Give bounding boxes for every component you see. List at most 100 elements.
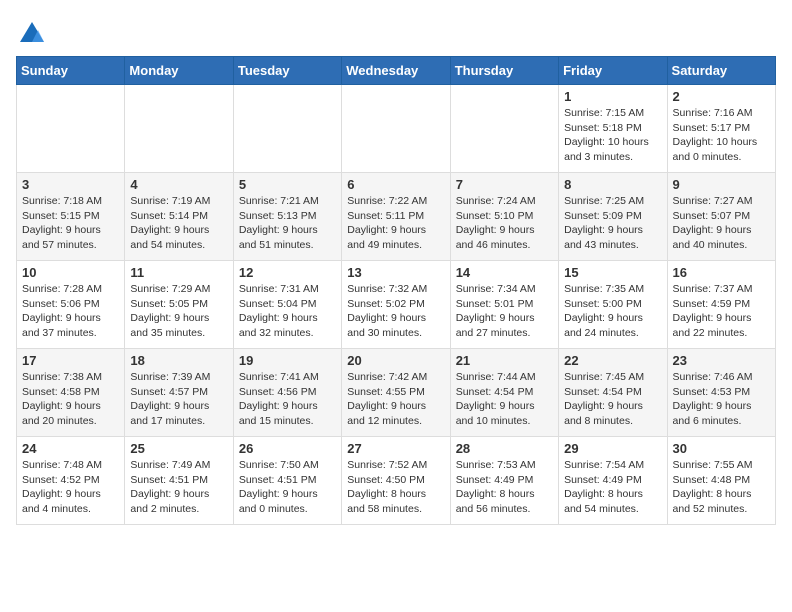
- week-row-3: 10Sunrise: 7:28 AM Sunset: 5:06 PM Dayli…: [17, 261, 776, 349]
- day-info: Sunrise: 7:52 AM Sunset: 4:50 PM Dayligh…: [347, 458, 444, 517]
- day-number: 11: [130, 265, 227, 280]
- day-number: 28: [456, 441, 553, 456]
- day-cell: 5 Sunrise: 7:21 AM Sunset: 5:13 PM Daylig…: [233, 173, 341, 261]
- weekday-header-monday: Monday: [125, 57, 233, 85]
- weekday-header-saturday: Saturday: [667, 57, 775, 85]
- day-number: 4: [130, 177, 227, 192]
- day-cell: 25 Sunrise: 7:49 AM Sunset: 4:51 PM Dayli…: [125, 437, 233, 525]
- day-info: Sunrise: 7:39 AM Sunset: 4:57 PM Dayligh…: [130, 370, 227, 429]
- day-cell: 15 Sunrise: 7:35 AM Sunset: 5:00 PM Dayli…: [559, 261, 667, 349]
- header: [16, 16, 776, 48]
- day-info: Sunrise: 7:41 AM Sunset: 4:56 PM Dayligh…: [239, 370, 336, 429]
- week-row-4: 17Sunrise: 7:38 AM Sunset: 4:58 PM Dayli…: [17, 349, 776, 437]
- day-cell: 10Sunrise: 7:28 AM Sunset: 5:06 PM Dayli…: [17, 261, 125, 349]
- day-cell: 16 Sunrise: 7:37 AM Sunset: 4:59 PM Dayli…: [667, 261, 775, 349]
- day-number: 6: [347, 177, 444, 192]
- day-number: 13: [347, 265, 444, 280]
- day-info: Sunrise: 7:50 AM Sunset: 4:51 PM Dayligh…: [239, 458, 336, 517]
- day-cell: [125, 85, 233, 173]
- day-cell: 13 Sunrise: 7:32 AM Sunset: 5:02 PM Dayli…: [342, 261, 450, 349]
- day-number: 9: [673, 177, 770, 192]
- day-cell: 29 Sunrise: 7:54 AM Sunset: 4:49 PM Dayli…: [559, 437, 667, 525]
- day-number: 3: [22, 177, 119, 192]
- day-number: 21: [456, 353, 553, 368]
- day-cell: 23Sunrise: 7:46 AM Sunset: 4:53 PM Dayli…: [667, 349, 775, 437]
- day-cell: 2 Sunrise: 7:16 AM Sunset: 5:17 PM Daylig…: [667, 85, 775, 173]
- day-info: Sunrise: 7:54 AM Sunset: 4:49 PM Dayligh…: [564, 458, 661, 517]
- day-number: 19: [239, 353, 336, 368]
- day-cell: 20 Sunrise: 7:42 AM Sunset: 4:55 PM Dayli…: [342, 349, 450, 437]
- day-info: Sunrise: 7:37 AM Sunset: 4:59 PM Dayligh…: [673, 282, 770, 341]
- day-info: Sunrise: 7:55 AM Sunset: 4:48 PM Dayligh…: [673, 458, 770, 517]
- day-cell: 8 Sunrise: 7:25 AM Sunset: 5:09 PM Daylig…: [559, 173, 667, 261]
- week-row-1: 1 Sunrise: 7:15 AM Sunset: 5:18 PM Daylig…: [17, 85, 776, 173]
- day-cell: 18 Sunrise: 7:39 AM Sunset: 4:57 PM Dayli…: [125, 349, 233, 437]
- day-cell: 14 Sunrise: 7:34 AM Sunset: 5:01 PM Dayli…: [450, 261, 558, 349]
- day-info: Sunrise: 7:31 AM Sunset: 5:04 PM Dayligh…: [239, 282, 336, 341]
- day-cell: 12 Sunrise: 7:31 AM Sunset: 5:04 PM Dayli…: [233, 261, 341, 349]
- day-cell: [450, 85, 558, 173]
- day-number: 12: [239, 265, 336, 280]
- day-info: Sunrise: 7:19 AM Sunset: 5:14 PM Dayligh…: [130, 194, 227, 253]
- day-info: Sunrise: 7:35 AM Sunset: 5:00 PM Dayligh…: [564, 282, 661, 341]
- day-info: Sunrise: 7:27 AM Sunset: 5:07 PM Dayligh…: [673, 194, 770, 253]
- weekday-header-friday: Friday: [559, 57, 667, 85]
- day-info: Sunrise: 7:42 AM Sunset: 4:55 PM Dayligh…: [347, 370, 444, 429]
- day-number: 24: [22, 441, 119, 456]
- day-number: 25: [130, 441, 227, 456]
- day-info: Sunrise: 7:53 AM Sunset: 4:49 PM Dayligh…: [456, 458, 553, 517]
- day-number: 27: [347, 441, 444, 456]
- day-number: 5: [239, 177, 336, 192]
- day-cell: 9 Sunrise: 7:27 AM Sunset: 5:07 PM Daylig…: [667, 173, 775, 261]
- day-cell: 3 Sunrise: 7:18 AM Sunset: 5:15 PM Daylig…: [17, 173, 125, 261]
- day-info: Sunrise: 7:48 AM Sunset: 4:52 PM Dayligh…: [22, 458, 119, 517]
- weekday-header-sunday: Sunday: [17, 57, 125, 85]
- day-info: Sunrise: 7:25 AM Sunset: 5:09 PM Dayligh…: [564, 194, 661, 253]
- day-info: Sunrise: 7:32 AM Sunset: 5:02 PM Dayligh…: [347, 282, 444, 341]
- day-cell: 26 Sunrise: 7:50 AM Sunset: 4:51 PM Dayli…: [233, 437, 341, 525]
- day-info: Sunrise: 7:22 AM Sunset: 5:11 PM Dayligh…: [347, 194, 444, 253]
- day-number: 18: [130, 353, 227, 368]
- day-info: Sunrise: 7:49 AM Sunset: 4:51 PM Dayligh…: [130, 458, 227, 517]
- day-cell: 27 Sunrise: 7:52 AM Sunset: 4:50 PM Dayli…: [342, 437, 450, 525]
- day-number: 26: [239, 441, 336, 456]
- day-number: 30: [673, 441, 770, 456]
- day-cell: 30 Sunrise: 7:55 AM Sunset: 4:48 PM Dayli…: [667, 437, 775, 525]
- weekday-header-row: SundayMondayTuesdayWednesdayThursdayFrid…: [17, 57, 776, 85]
- day-cell: 28 Sunrise: 7:53 AM Sunset: 4:49 PM Dayli…: [450, 437, 558, 525]
- day-number: 16: [673, 265, 770, 280]
- day-number: 17: [22, 353, 119, 368]
- weekday-header-tuesday: Tuesday: [233, 57, 341, 85]
- day-info: Sunrise: 7:34 AM Sunset: 5:01 PM Dayligh…: [456, 282, 553, 341]
- day-number: 2: [673, 89, 770, 104]
- weekday-header-wednesday: Wednesday: [342, 57, 450, 85]
- day-cell: 19 Sunrise: 7:41 AM Sunset: 4:56 PM Dayli…: [233, 349, 341, 437]
- week-row-2: 3 Sunrise: 7:18 AM Sunset: 5:15 PM Daylig…: [17, 173, 776, 261]
- day-cell: 1 Sunrise: 7:15 AM Sunset: 5:18 PM Daylig…: [559, 85, 667, 173]
- day-info: Sunrise: 7:29 AM Sunset: 5:05 PM Dayligh…: [130, 282, 227, 341]
- day-info: Sunrise: 7:45 AM Sunset: 4:54 PM Dayligh…: [564, 370, 661, 429]
- day-cell: [342, 85, 450, 173]
- day-number: 15: [564, 265, 661, 280]
- day-cell: 24 Sunrise: 7:48 AM Sunset: 4:52 PM Dayli…: [17, 437, 125, 525]
- day-info: Sunrise: 7:16 AM Sunset: 5:17 PM Dayligh…: [673, 106, 770, 165]
- weekday-header-thursday: Thursday: [450, 57, 558, 85]
- calendar: SundayMondayTuesdayWednesdayThursdayFrid…: [16, 56, 776, 525]
- logo: [16, 20, 46, 48]
- day-number: 22: [564, 353, 661, 368]
- day-number: 14: [456, 265, 553, 280]
- day-info: Sunrise: 7:18 AM Sunset: 5:15 PM Dayligh…: [22, 194, 119, 253]
- day-number: 10: [22, 265, 119, 280]
- day-number: 8: [564, 177, 661, 192]
- day-cell: 22 Sunrise: 7:45 AM Sunset: 4:54 PM Dayli…: [559, 349, 667, 437]
- day-info: Sunrise: 7:15 AM Sunset: 5:18 PM Dayligh…: [564, 106, 661, 165]
- day-number: 20: [347, 353, 444, 368]
- day-cell: 6 Sunrise: 7:22 AM Sunset: 5:11 PM Daylig…: [342, 173, 450, 261]
- day-number: 29: [564, 441, 661, 456]
- day-cell: 11 Sunrise: 7:29 AM Sunset: 5:05 PM Dayli…: [125, 261, 233, 349]
- day-info: Sunrise: 7:21 AM Sunset: 5:13 PM Dayligh…: [239, 194, 336, 253]
- day-number: 23: [673, 353, 770, 368]
- day-cell: 4 Sunrise: 7:19 AM Sunset: 5:14 PM Daylig…: [125, 173, 233, 261]
- day-cell: [233, 85, 341, 173]
- day-number: 1: [564, 89, 661, 104]
